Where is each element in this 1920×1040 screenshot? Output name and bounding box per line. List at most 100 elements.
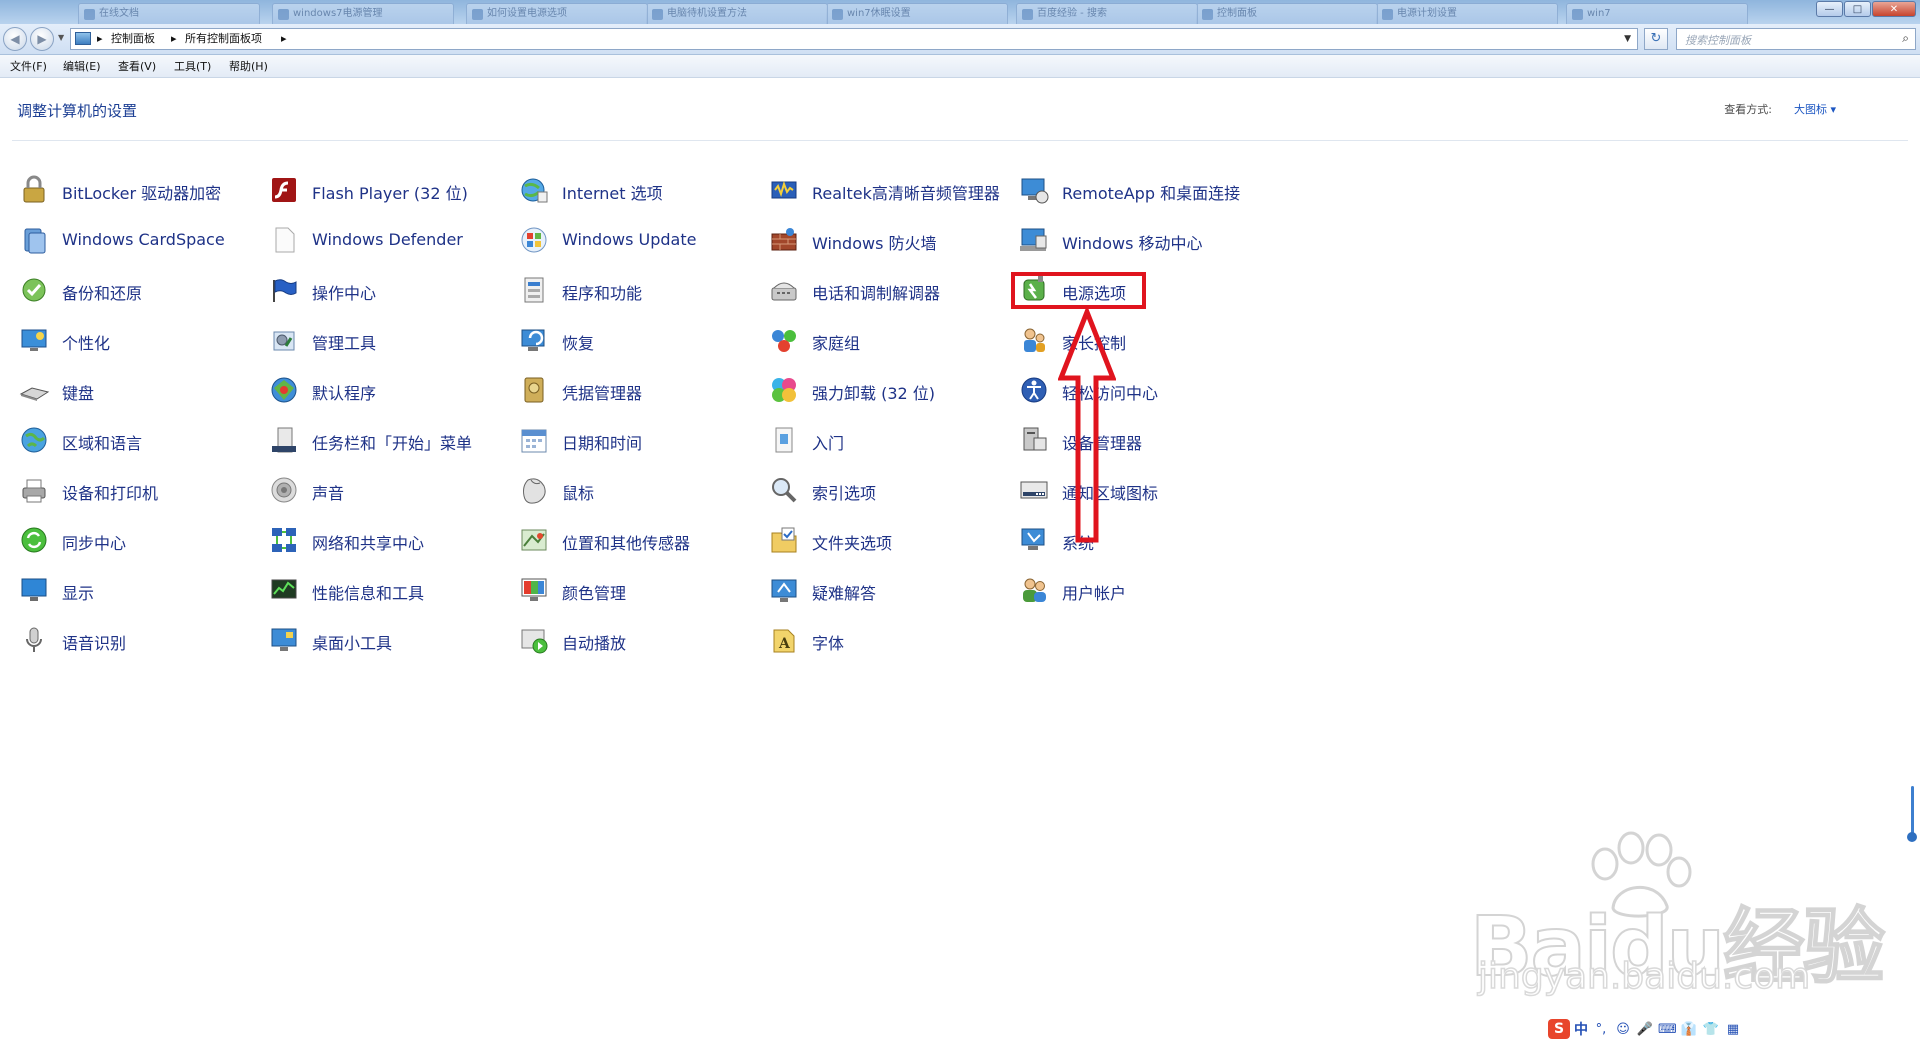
control-panel-item[interactable]: 日期和时间 — [518, 423, 758, 457]
control-panel-item[interactable]: 入门 — [768, 423, 1008, 457]
browser-tab[interactable]: 控制面板 — [1196, 3, 1378, 24]
control-panel-item[interactable]: A 字体 — [768, 623, 1008, 657]
control-panel-item-label[interactable]: 日期和时间 — [562, 430, 642, 454]
minimize-button[interactable]: — — [1816, 1, 1843, 17]
control-panel-item-label[interactable]: Windows 防火墙 — [812, 230, 937, 254]
performance-icon[interactable] — [268, 574, 300, 606]
calendar-icon[interactable] — [518, 424, 550, 456]
menu-file[interactable]: 文件(F) — [10, 58, 47, 74]
menu-edit[interactable]: 编辑(E) — [63, 58, 101, 74]
control-panel-item[interactable]: Windows 移动中心 — [1018, 223, 1258, 257]
browser-tab[interactable]: 电脑待机设置方法 — [646, 3, 828, 24]
control-panel-item[interactable]: 轻松访问中心 — [1018, 373, 1258, 407]
control-panel-item[interactable]: Realtek高清晰音频管理器 — [768, 173, 1008, 207]
control-panel-item-label[interactable]: RemoteApp 和桌面连接 — [1062, 180, 1240, 204]
control-panel-item-label[interactable]: 颜色管理 — [562, 580, 626, 604]
index-icon[interactable] — [768, 474, 800, 506]
control-panel-item-label[interactable]: 显示 — [62, 580, 94, 604]
browser-tab[interactable]: 如何设置电源选项 — [466, 3, 648, 24]
control-panel-item-label[interactable]: 声音 — [312, 480, 344, 504]
control-panel-item-label[interactable]: 位置和其他传感器 — [562, 530, 690, 554]
breadcrumb-separator[interactable]: ▸ — [97, 29, 103, 49]
flag-icon[interactable] — [268, 274, 300, 306]
control-panel-item-label[interactable]: 用户帐户 — [1062, 580, 1126, 604]
control-panel-item[interactable]: Windows Defender — [268, 223, 508, 257]
breadcrumb-all-items[interactable]: 所有控制面板项 — [185, 29, 262, 49]
control-panel-item[interactable]: 声音 — [268, 473, 508, 507]
mouse-icon[interactable] — [518, 474, 550, 506]
device-manager-icon[interactable] — [1018, 424, 1050, 456]
search-box[interactable]: ⌕ — [1676, 28, 1916, 51]
address-dropdown-icon[interactable]: ▼ — [1624, 29, 1631, 49]
programs-icon[interactable] — [518, 274, 550, 306]
folder-icon[interactable] — [768, 524, 800, 556]
taskbar-icon[interactable] — [268, 424, 300, 456]
getting-started-icon[interactable] — [768, 424, 800, 456]
remoteapp-icon[interactable] — [1018, 174, 1050, 206]
control-panel-item[interactable]: 语音识别 — [18, 623, 258, 657]
control-panel-item-label[interactable]: 强力卸载 (32 位) — [812, 380, 935, 404]
control-panel-item[interactable]: 凭据管理器 — [518, 373, 758, 407]
control-panel-item-label[interactable]: 自动播放 — [562, 630, 626, 654]
control-panel-item-label[interactable]: 鼠标 — [562, 480, 594, 504]
browser-tab[interactable]: 在线文档 — [78, 3, 260, 24]
keyboard-icon[interactable] — [18, 374, 50, 406]
browser-tab[interactable]: windows7电源管理 — [272, 3, 454, 24]
control-panel-item[interactable]: 恢复 — [518, 323, 758, 357]
control-panel-item-label[interactable]: 性能信息和工具 — [312, 580, 424, 604]
speaker-icon[interactable] — [268, 474, 300, 506]
display-icon[interactable] — [18, 574, 50, 606]
control-panel-item[interactable]: 个性化 — [18, 323, 258, 357]
control-panel-item[interactable]: RemoteApp 和桌面连接 — [1018, 173, 1258, 207]
globe-icon[interactable] — [18, 424, 50, 456]
scroll-indicator[interactable] — [1907, 786, 1917, 844]
cardspace-icon[interactable] — [18, 224, 50, 256]
control-panel-item[interactable]: BitLocker 驱动器加密 — [18, 173, 258, 207]
control-panel-item[interactable]: 任务栏和「开始」菜单 — [268, 423, 508, 457]
bitlocker-icon[interactable] — [18, 174, 50, 206]
control-panel-item-label[interactable]: 语音识别 — [62, 630, 126, 654]
address-field[interactable]: ▸ 控制面板 ▸ 所有控制面板项 ▸ ▼ — [70, 28, 1638, 50]
sogou-logo-icon[interactable]: S — [1548, 1019, 1570, 1039]
menu-view[interactable]: 查看(V) — [118, 58, 156, 74]
control-panel-item-label[interactable]: 入门 — [812, 430, 844, 454]
gadgets-icon[interactable] — [268, 624, 300, 656]
control-panel-item-label[interactable]: Windows Update — [562, 230, 696, 249]
parental-icon[interactable] — [1018, 324, 1050, 356]
control-panel-item[interactable]: 鼠标 — [518, 473, 758, 507]
control-panel-item-label[interactable]: 管理工具 — [312, 330, 376, 354]
control-panel-item-label[interactable]: Realtek高清晰音频管理器 — [812, 180, 1000, 204]
homegroup-icon[interactable] — [768, 324, 800, 356]
control-panel-item-label[interactable]: 桌面小工具 — [312, 630, 392, 654]
search-input[interactable] — [1677, 29, 1897, 51]
refresh-button[interactable]: ↻ — [1644, 28, 1668, 50]
control-panel-item-label[interactable]: 字体 — [812, 630, 844, 654]
color-icon[interactable] — [518, 574, 550, 606]
control-panel-item[interactable]: 网络和共享中心 — [268, 523, 508, 557]
control-panel-item[interactable]: 管理工具 — [268, 323, 508, 357]
personalization-icon[interactable] — [18, 324, 50, 356]
phone-icon[interactable] — [768, 274, 800, 306]
shirt-icon[interactable]: 👕 — [1702, 1022, 1720, 1037]
control-panel-item[interactable]: 位置和其他传感器 — [518, 523, 758, 557]
default-programs-icon[interactable] — [268, 374, 300, 406]
browser-tab[interactable]: win7 — [1566, 3, 1748, 24]
punctuation-icon[interactable]: °, — [1592, 1022, 1610, 1037]
control-panel-item[interactable]: 默认程序 — [268, 373, 508, 407]
control-panel-item[interactable]: Internet 选项 — [518, 173, 758, 207]
emoji-icon[interactable]: ☺ — [1614, 1022, 1632, 1037]
control-panel-item-label[interactable]: 网络和共享中心 — [312, 530, 424, 554]
control-panel-item-label[interactable]: Flash Player (32 位) — [312, 180, 468, 204]
recent-pages-dropdown-icon[interactable]: ▼ — [58, 33, 64, 42]
control-panel-item-label[interactable]: 索引选项 — [812, 480, 876, 504]
forward-button[interactable]: ▶ — [30, 27, 54, 51]
control-panel-item-label[interactable]: 键盘 — [62, 380, 94, 404]
control-panel-item-label[interactable]: Windows CardSpace — [62, 230, 225, 249]
firewall-icon[interactable] — [768, 224, 800, 256]
breadcrumb-control-panel[interactable]: 控制面板 — [111, 29, 155, 49]
control-panel-item-label[interactable]: 同步中心 — [62, 530, 126, 554]
printer-icon[interactable] — [18, 474, 50, 506]
network-icon[interactable] — [268, 524, 300, 556]
control-panel-item-label[interactable]: 凭据管理器 — [562, 380, 642, 404]
control-panel-item-label[interactable]: Windows Defender — [312, 230, 463, 249]
